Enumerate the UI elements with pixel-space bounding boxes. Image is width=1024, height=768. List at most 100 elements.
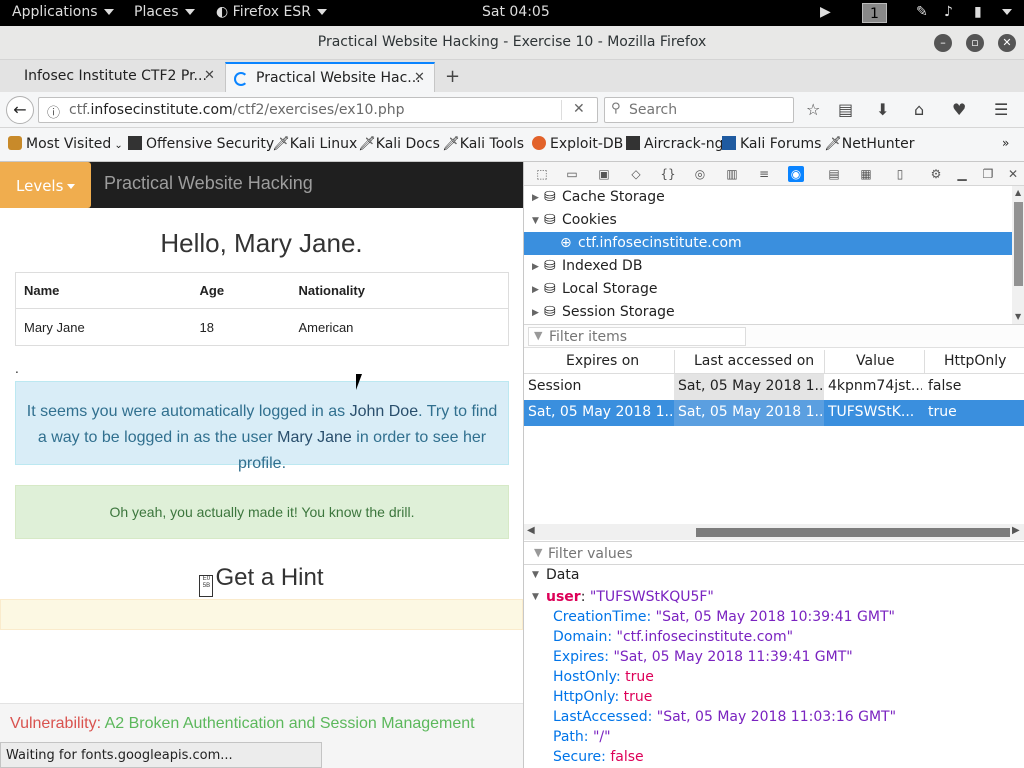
expand-arrow-icon[interactable]: ▶: [532, 193, 539, 203]
collapse-arrow-icon[interactable]: ▼: [532, 216, 539, 226]
tree-item-cookies[interactable]: ▼ ⛁ Cookies: [524, 209, 1012, 232]
settings-gear-icon[interactable]: ⚙: [928, 166, 944, 182]
inspector-icon[interactable]: ▭: [564, 166, 580, 182]
pick-element-icon[interactable]: ⬚: [534, 166, 550, 182]
cookie-property-row[interactable]: Domain: "ctf.infosecinstitute.com": [524, 629, 1024, 649]
downloads-icon[interactable]: ⬇: [876, 100, 889, 119]
cookie-property-row[interactable]: LastAccessed: "Sat, 05 May 2018 11:03:16…: [524, 709, 1024, 729]
debugger-icon[interactable]: ◇: [628, 166, 644, 182]
video-camera-icon[interactable]: ▶: [820, 4, 831, 20]
filter-items-input[interactable]: [528, 327, 746, 346]
info-icon[interactable]: ⓘ: [47, 102, 60, 121]
column-header[interactable]: HttpOnly: [944, 353, 1006, 369]
network-icon[interactable]: ≡: [756, 166, 772, 182]
library-icon[interactable]: ▤: [838, 100, 853, 119]
close-tab-icon[interactable]: ✕: [414, 70, 425, 85]
expand-arrow-icon[interactable]: ▶: [532, 262, 539, 272]
close-devtools-icon[interactable]: ✕: [1005, 166, 1021, 182]
layout-toggle-icon[interactable]: ▤: [826, 166, 842, 182]
scrollbar-thumb[interactable]: [696, 528, 1010, 537]
tree-item-cache-storage[interactable]: ▶ ⛁ Cache Storage: [524, 186, 1012, 209]
tab-infosec-ctf2[interactable]: Infosec Institute CTF2 Pr... ✕: [0, 62, 224, 92]
bookmark-offensive-security[interactable]: Offensive Security: [128, 136, 274, 152]
site-brand[interactable]: Practical Website Hacking: [104, 173, 313, 194]
table-row-selected[interactable]: Sat, 05 May 2018 1... Sat, 05 May 2018 1…: [524, 400, 1024, 426]
console-icon[interactable]: ▣: [596, 166, 612, 182]
bookmark-most-visited[interactable]: Most Visited ⌄: [8, 136, 123, 152]
new-tab-button[interactable]: +: [445, 66, 460, 87]
system-menu-caret[interactable]: [996, 4, 1012, 20]
cookie-property-row[interactable]: HttpOnly: true: [524, 689, 1024, 709]
collapse-arrow-icon[interactable]: ▼: [532, 592, 539, 602]
bookmark-aircrack-ng[interactable]: Aircrack-ng: [626, 136, 724, 152]
search-input[interactable]: [629, 101, 789, 119]
volume-icon[interactable]: ♪: [944, 4, 953, 20]
data-section-header[interactable]: ▼ Data: [524, 567, 1024, 587]
filter-values-input[interactable]: [528, 544, 1020, 563]
firefox-app-menu[interactable]: ◐ Firefox ESR: [216, 4, 327, 20]
scroll-left-icon[interactable]: ◀: [527, 525, 535, 536]
url-prefix: ctf.: [69, 102, 91, 118]
table-row[interactable]: Session Sat, 05 May 2018 1... 4kpnm74jst…: [524, 374, 1024, 400]
bookmarks-overflow-icon[interactable]: »: [1002, 136, 1009, 150]
places-menu[interactable]: Places: [134, 4, 195, 20]
applications-menu[interactable]: Applications: [12, 4, 114, 20]
bookmark-exploit-db[interactable]: Exploit-DB: [532, 136, 623, 152]
tree-item-indexed-db[interactable]: ▶ ⛁ Indexed DB: [524, 255, 1012, 278]
separate-window-icon[interactable]: ❐: [980, 166, 996, 182]
performance-icon[interactable]: ◎: [692, 166, 708, 182]
clock[interactable]: Sat 04:05: [482, 4, 550, 20]
bookmark-label: Kali Docs: [375, 136, 440, 152]
battery-icon[interactable]: ▮: [974, 4, 982, 20]
url-bar[interactable]: ⓘ ctf.infosecinstitute.com/ctf2/exercise…: [38, 97, 598, 123]
cookie-property-row[interactable]: HostOnly: true: [524, 669, 1024, 689]
scroll-right-icon[interactable]: ▶: [1012, 525, 1020, 536]
pen-icon[interactable]: ✎: [916, 4, 928, 20]
bookmark-kali-tools[interactable]: 🗡Kali Tools: [442, 136, 524, 152]
hamburger-menu-icon[interactable]: ☰: [994, 100, 1008, 119]
scroll-up-icon[interactable]: ▲: [1015, 188, 1021, 197]
search-bar[interactable]: ⚲: [604, 97, 794, 123]
style-editor-icon[interactable]: {}: [660, 166, 676, 182]
home-icon[interactable]: ⌂: [914, 100, 924, 119]
stop-icon[interactable]: ✕: [573, 101, 585, 117]
levels-dropdown-button[interactable]: Levels: [0, 162, 91, 208]
cookie-property-row[interactable]: Secure: false: [524, 749, 1024, 768]
tree-item-cookie-host[interactable]: ⊕ ctf.infosecinstitute.com: [524, 232, 1012, 255]
column-header[interactable]: Value: [856, 353, 894, 369]
column-header[interactable]: Last accessed on: [694, 353, 814, 369]
scratchpad-icon[interactable]: ▦: [858, 166, 874, 182]
scroll-down-icon[interactable]: ▼: [1015, 312, 1021, 321]
memory-icon[interactable]: ▥: [724, 166, 740, 182]
tab-practical-website-hacking[interactable]: Practical Website Hac... ✕: [225, 62, 435, 92]
maximize-button[interactable]: ▫: [966, 34, 984, 52]
close-tab-icon[interactable]: ✕: [204, 68, 215, 83]
scrollbar-thumb[interactable]: [1014, 202, 1023, 286]
tree-item-local-storage[interactable]: ▶ ⛁ Local Storage: [524, 278, 1012, 301]
bookmark-nethunter[interactable]: 🗡NetHunter: [824, 136, 915, 152]
pocket-icon[interactable]: ♥: [952, 100, 966, 119]
back-button[interactable]: ←: [6, 96, 34, 124]
bookmark-kali-docs[interactable]: 🗡Kali Docs: [358, 136, 440, 152]
cookie-entry[interactable]: ▼ user: "TUFSWStKQU5F": [524, 589, 1024, 609]
expand-arrow-icon[interactable]: ▶: [532, 285, 539, 295]
get-hint-link[interactable]: E0 5B Get a Hint: [0, 564, 523, 597]
tree-item-session-storage[interactable]: ▶ ⛁ Session Storage: [524, 301, 1012, 324]
bookmark-star-icon[interactable]: ☆: [806, 100, 820, 119]
minimize-button[interactable]: –: [934, 34, 952, 52]
table-horizontal-scrollbar[interactable]: ◀ ▶: [524, 524, 1024, 540]
collapse-arrow-icon[interactable]: ▼: [532, 570, 539, 580]
bookmark-kali-linux[interactable]: 🗡Kali Linux: [272, 136, 357, 152]
cookie-property-row[interactable]: Path: "/": [524, 729, 1024, 749]
expand-arrow-icon[interactable]: ▶: [532, 308, 539, 318]
workspace-indicator[interactable]: 1: [862, 3, 887, 23]
column-header[interactable]: Expires on: [566, 353, 639, 369]
storage-icon[interactable]: ◉: [788, 166, 804, 182]
tree-scrollbar[interactable]: ▲ ▼: [1012, 186, 1024, 324]
responsive-mode-icon[interactable]: ▯: [892, 166, 908, 182]
bookmark-kali-forums[interactable]: Kali Forums: [722, 136, 821, 152]
cookie-property-row[interactable]: CreationTime: "Sat, 05 May 2018 10:39:41…: [524, 609, 1024, 629]
cookie-property-row[interactable]: Expires: "Sat, 05 May 2018 11:39:41 GMT": [524, 649, 1024, 669]
dock-bottom-icon[interactable]: ▁: [954, 166, 970, 182]
close-window-button[interactable]: ✕: [998, 34, 1016, 52]
